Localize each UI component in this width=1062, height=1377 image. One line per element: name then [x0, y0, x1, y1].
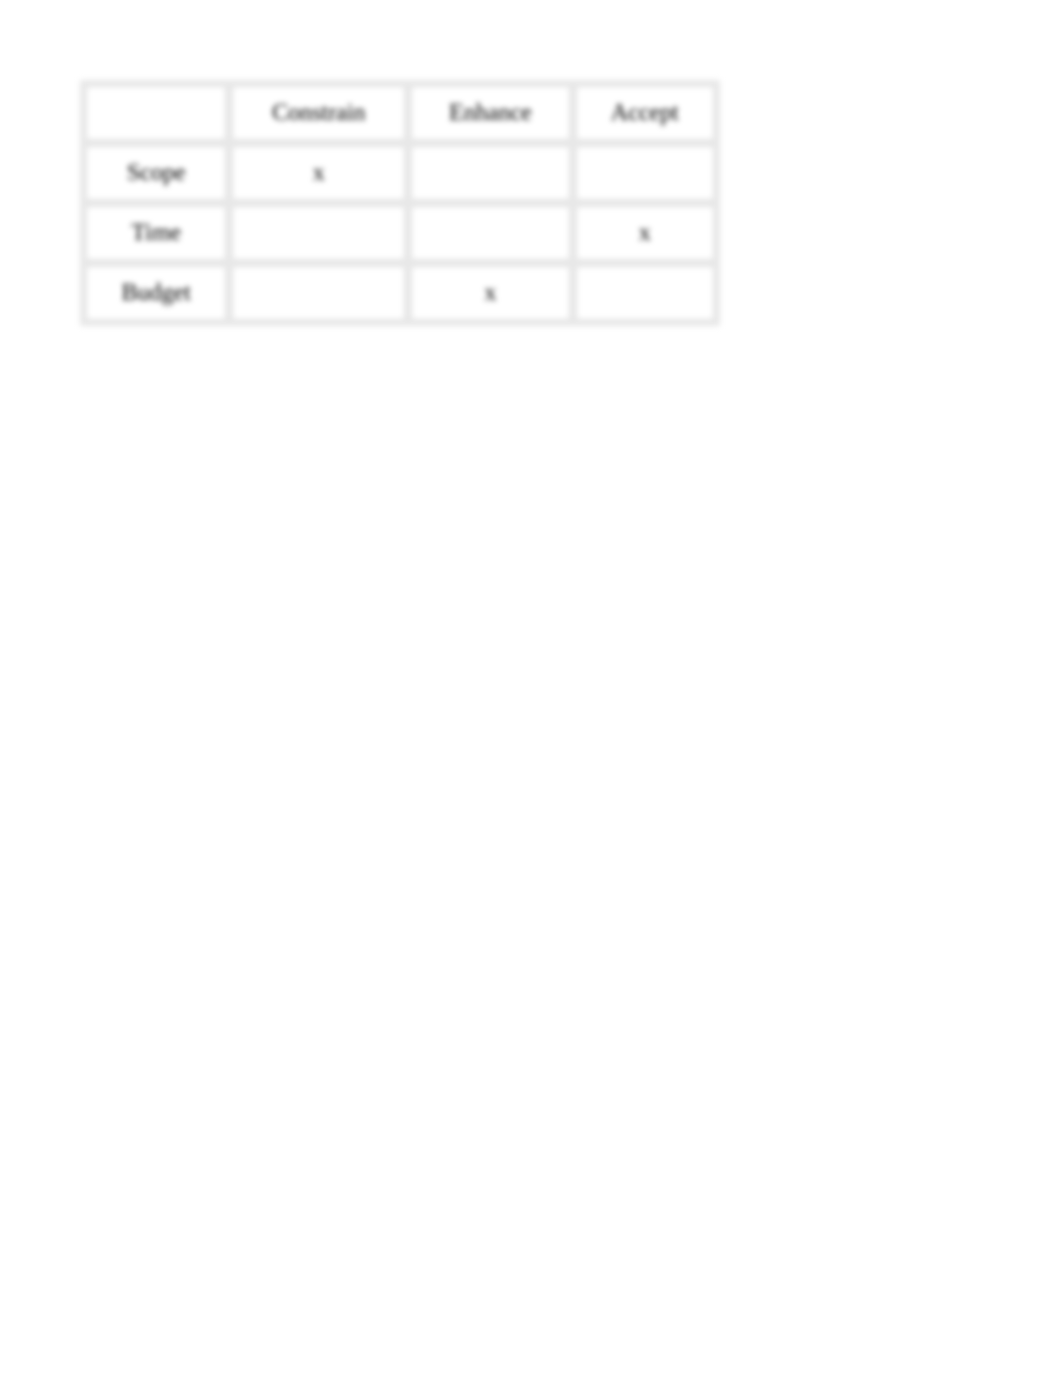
- table-row: Time x: [86, 206, 714, 260]
- cell-budget-constrain: [232, 266, 405, 320]
- header-constrain: Constrain: [232, 86, 405, 140]
- priority-matrix-table: Constrain Enhance Accept Scope x Time x …: [80, 80, 720, 326]
- cell-time-constrain: [232, 206, 405, 260]
- row-label-time: Time: [86, 206, 226, 260]
- row-label-scope: Scope: [86, 146, 226, 200]
- table-row: Budget x: [86, 266, 714, 320]
- cell-scope-constrain: x: [232, 146, 405, 200]
- row-label-budget: Budget: [86, 266, 226, 320]
- cell-time-enhance: [411, 206, 569, 260]
- header-enhance: Enhance: [411, 86, 569, 140]
- table-row: Scope x: [86, 146, 714, 200]
- cell-scope-enhance: [411, 146, 569, 200]
- cell-scope-accept: [576, 146, 714, 200]
- header-accept: Accept: [576, 86, 714, 140]
- cell-time-accept: x: [576, 206, 714, 260]
- cell-budget-enhance: x: [411, 266, 569, 320]
- cell-budget-accept: [576, 266, 714, 320]
- table-header-row: Constrain Enhance Accept: [86, 86, 714, 140]
- header-empty: [86, 86, 226, 140]
- matrix-table: Constrain Enhance Accept Scope x Time x …: [80, 80, 720, 326]
